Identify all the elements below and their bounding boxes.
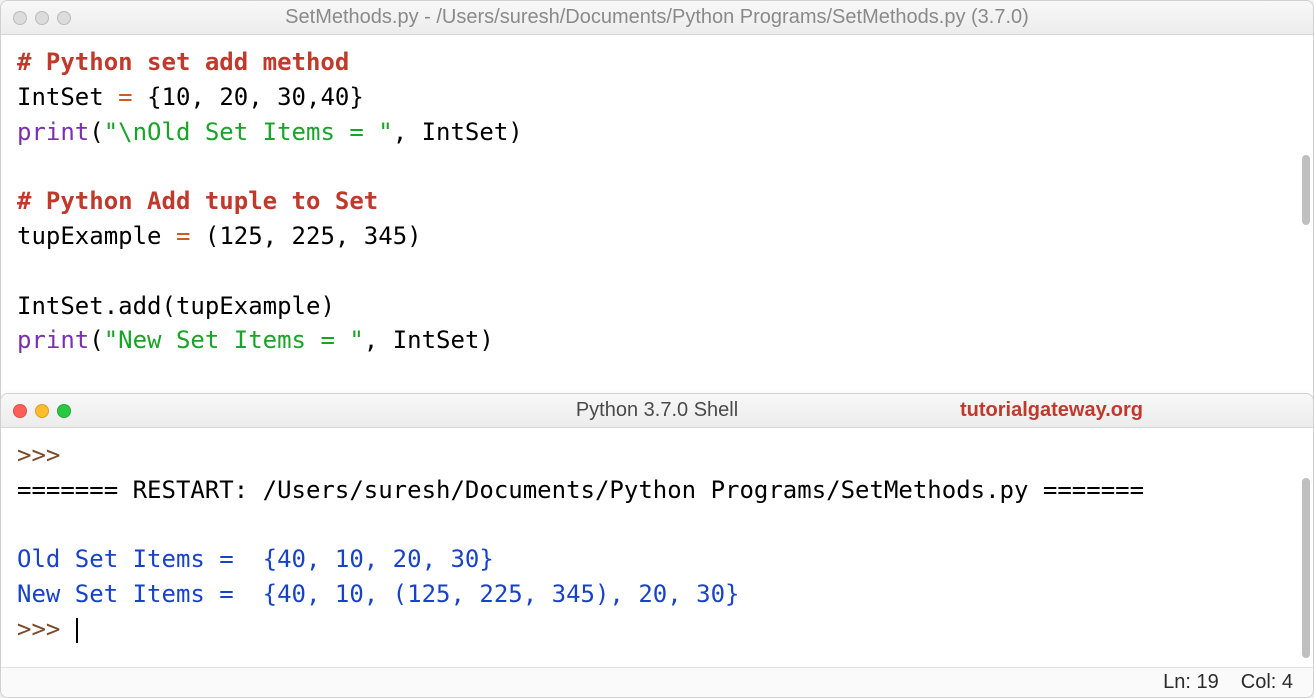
close-icon[interactable] bbox=[13, 11, 27, 25]
editor-scrollbar-thumb[interactable] bbox=[1302, 155, 1310, 225]
code-call: IntSet.add bbox=[17, 292, 162, 320]
code-comment-2: # Python Add tuple to Set bbox=[17, 187, 378, 215]
code-paren: ) bbox=[479, 326, 493, 354]
editor-title: SetMethods.py - /Users/suresh/Documents/… bbox=[1, 6, 1313, 29]
shell-prompt: >>> bbox=[17, 615, 60, 643]
code-op: = bbox=[104, 83, 147, 111]
shell-output-line: New Set Items = {40, 10, (125, 225, 345)… bbox=[17, 580, 739, 608]
shell-output-line: Old Set Items = {40, 10, 20, 30} bbox=[17, 545, 494, 573]
code-paren: ( bbox=[205, 222, 219, 250]
code-ident: tupExample bbox=[17, 222, 162, 250]
shell-restart-line: ======= RESTART: /Users/suresh/Documents… bbox=[17, 476, 1144, 504]
text-cursor-icon bbox=[76, 618, 78, 643]
code-paren: ) bbox=[508, 118, 522, 146]
code-builtin-print: print bbox=[17, 326, 89, 354]
shell-titlebar[interactable]: Python 3.7.0 Shell tutorialgateway.org bbox=[1, 394, 1313, 428]
code-args: , IntSet bbox=[393, 118, 509, 146]
code-string: "\nOld Set Items = " bbox=[104, 118, 393, 146]
code-num: 10, 20, 30,40 bbox=[162, 83, 350, 111]
code-paren: ( bbox=[89, 118, 103, 146]
editor-window: SetMethods.py - /Users/suresh/Documents/… bbox=[0, 0, 1314, 410]
shell-scrollbar-thumb[interactable] bbox=[1302, 478, 1310, 658]
status-line: Ln: 19 bbox=[1163, 671, 1219, 694]
shell-traffic-lights bbox=[13, 404, 71, 418]
shell-prompt: >>> bbox=[17, 441, 60, 469]
shell-output-area[interactable]: >>> ======= RESTART: /Users/suresh/Docum… bbox=[1, 428, 1313, 667]
watermark-text: tutorialgateway.org bbox=[960, 399, 1143, 422]
code-paren: ) bbox=[320, 292, 334, 320]
status-col: Col: 4 bbox=[1241, 671, 1293, 694]
editor-titlebar[interactable]: SetMethods.py - /Users/suresh/Documents/… bbox=[1, 1, 1313, 35]
code-paren: ( bbox=[162, 292, 176, 320]
code-num: 125, 225, 345 bbox=[219, 222, 407, 250]
close-icon[interactable] bbox=[13, 404, 27, 418]
minimize-icon[interactable] bbox=[35, 404, 49, 418]
shell-cursor bbox=[60, 615, 74, 643]
code-brace: { bbox=[147, 83, 161, 111]
minimize-icon[interactable] bbox=[35, 11, 49, 25]
shell-window: Python 3.7.0 Shell tutorialgateway.org >… bbox=[0, 393, 1314, 698]
zoom-icon[interactable] bbox=[57, 404, 71, 418]
code-builtin-print: print bbox=[17, 118, 89, 146]
code-args: , IntSet bbox=[364, 326, 480, 354]
code-comment-1: # Python set add method bbox=[17, 48, 349, 76]
editor-code-area[interactable]: # Python set add method IntSet = {10, 20… bbox=[1, 35, 1313, 409]
editor-traffic-lights bbox=[13, 11, 71, 25]
code-op: = bbox=[162, 222, 205, 250]
zoom-icon[interactable] bbox=[57, 11, 71, 25]
code-arg: tupExample bbox=[176, 292, 321, 320]
shell-statusbar: Ln: 19 Col: 4 bbox=[1, 667, 1313, 697]
code-paren: ) bbox=[407, 222, 421, 250]
code-paren: ( bbox=[89, 326, 103, 354]
code-ident: IntSet bbox=[17, 83, 104, 111]
code-brace: } bbox=[349, 83, 363, 111]
code-string: "New Set Items = " bbox=[104, 326, 364, 354]
